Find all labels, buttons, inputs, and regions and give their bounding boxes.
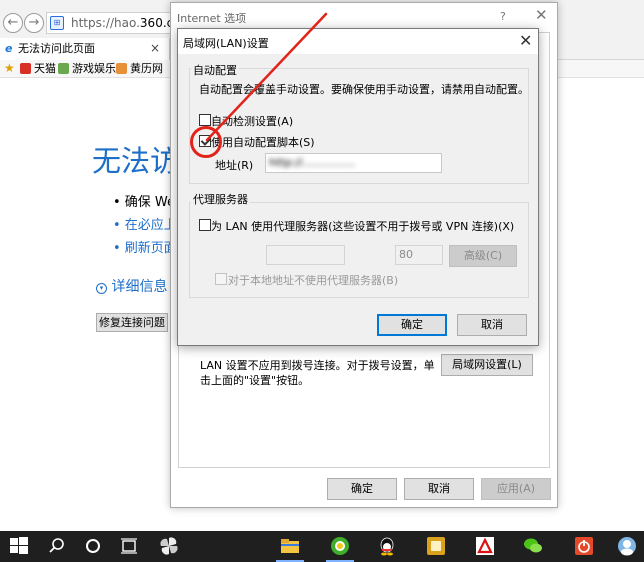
lan-cancel-button[interactable]: 取消 bbox=[457, 314, 527, 336]
file-explorer-icon[interactable] bbox=[273, 531, 307, 562]
bypass-local-checkbox bbox=[215, 273, 227, 285]
app-yellow-icon[interactable] bbox=[419, 531, 453, 562]
address-bar[interactable]: ⊞ https://hao.360.cn bbox=[46, 12, 181, 34]
browser-tab[interactable]: e 无法访问此页面 × bbox=[0, 38, 170, 60]
address-label: 地址(R) bbox=[215, 159, 254, 172]
address-input[interactable]: http://............... bbox=[265, 153, 442, 173]
favorite-label: 游戏娱乐 bbox=[72, 62, 116, 75]
favorite-item[interactable]: 黄历网 bbox=[116, 60, 163, 78]
lan-settings-button[interactable]: 局域网设置(L) bbox=[441, 354, 533, 376]
details-link[interactable]: ▾ 详细信息 bbox=[96, 276, 167, 296]
ok-button[interactable]: 确定 bbox=[327, 478, 397, 500]
annotation-arrow bbox=[205, 12, 328, 142]
chevron-down-icon: ▾ bbox=[96, 283, 107, 294]
proxy-port-input: 80 bbox=[395, 245, 443, 265]
bypass-local-label: 对于本地地址不使用代理服务器(B) bbox=[228, 274, 399, 287]
taskbar bbox=[0, 531, 644, 562]
apply-button: 应用(A) bbox=[481, 478, 551, 500]
forward-button[interactable]: → bbox=[24, 13, 44, 33]
favorite-label: 天猫 bbox=[34, 62, 56, 75]
favorite-label: 黄历网 bbox=[130, 62, 163, 75]
help-icon[interactable]: ? bbox=[500, 10, 506, 23]
favorite-item[interactable]: 天猫 bbox=[20, 60, 56, 78]
tab-close-icon[interactable]: × bbox=[150, 38, 160, 59]
power-app-icon[interactable] bbox=[567, 531, 601, 562]
calendar-icon bbox=[116, 63, 127, 74]
tab-title: 无法访问此页面 bbox=[18, 42, 95, 55]
annotation-circle bbox=[190, 126, 222, 158]
qq-icon[interactable] bbox=[370, 531, 404, 562]
game-icon bbox=[58, 63, 69, 74]
address-value: http://............... bbox=[269, 156, 356, 169]
proxy-address-input bbox=[266, 245, 345, 265]
search-icon[interactable] bbox=[40, 531, 74, 562]
details-label: 详细信息 bbox=[111, 279, 168, 295]
error-tip-link[interactable]: • 刷新页面 bbox=[113, 237, 171, 256]
lan-ok-button[interactable]: 确定 bbox=[377, 314, 447, 336]
advanced-button: 高级(C) bbox=[449, 245, 517, 267]
use-proxy-checkbox[interactable] bbox=[199, 219, 211, 231]
cancel-button[interactable]: 取消 bbox=[404, 478, 474, 500]
back-button[interactable]: ← bbox=[3, 13, 23, 33]
task-view-icon[interactable] bbox=[112, 531, 146, 562]
pinwheel-icon[interactable] bbox=[152, 531, 186, 562]
360-browser-icon[interactable] bbox=[323, 531, 357, 562]
url-subdomain: hao. bbox=[114, 16, 140, 30]
ie-icon: e bbox=[5, 42, 13, 55]
proxy-legend: 代理服务器 bbox=[191, 191, 250, 207]
lan-close-icon[interactable]: ✕ bbox=[519, 31, 532, 50]
error-tip-link[interactable]: • 在必应上 bbox=[113, 214, 171, 233]
close-icon[interactable]: ✕ bbox=[535, 6, 548, 24]
fix-connection-button[interactable]: 修复连接问题 bbox=[96, 313, 168, 332]
url-scheme: https:// bbox=[71, 16, 115, 30]
app-red-icon[interactable] bbox=[468, 531, 502, 562]
tmall-icon bbox=[20, 63, 31, 74]
error-tip: • 确保 We bbox=[113, 195, 171, 210]
use-proxy-label[interactable]: 为 LAN 使用代理服务器(这些设置不用于拨号或 VPN 连接)(X) bbox=[211, 218, 514, 234]
lan-note: LAN 设置不应用到拨号连接。对于拨号设置，单击上面的"设置"按钮。 bbox=[200, 359, 435, 387]
cortana-icon[interactable] bbox=[76, 531, 110, 562]
wechat-icon[interactable] bbox=[516, 531, 550, 562]
favorite-item[interactable]: 游戏娱乐 bbox=[58, 60, 116, 78]
compat-icon: ⊞ bbox=[50, 16, 64, 30]
avatar-app-icon[interactable] bbox=[610, 531, 644, 562]
windows-start-icon[interactable] bbox=[2, 531, 36, 562]
star-icon[interactable]: ★ bbox=[4, 62, 16, 74]
